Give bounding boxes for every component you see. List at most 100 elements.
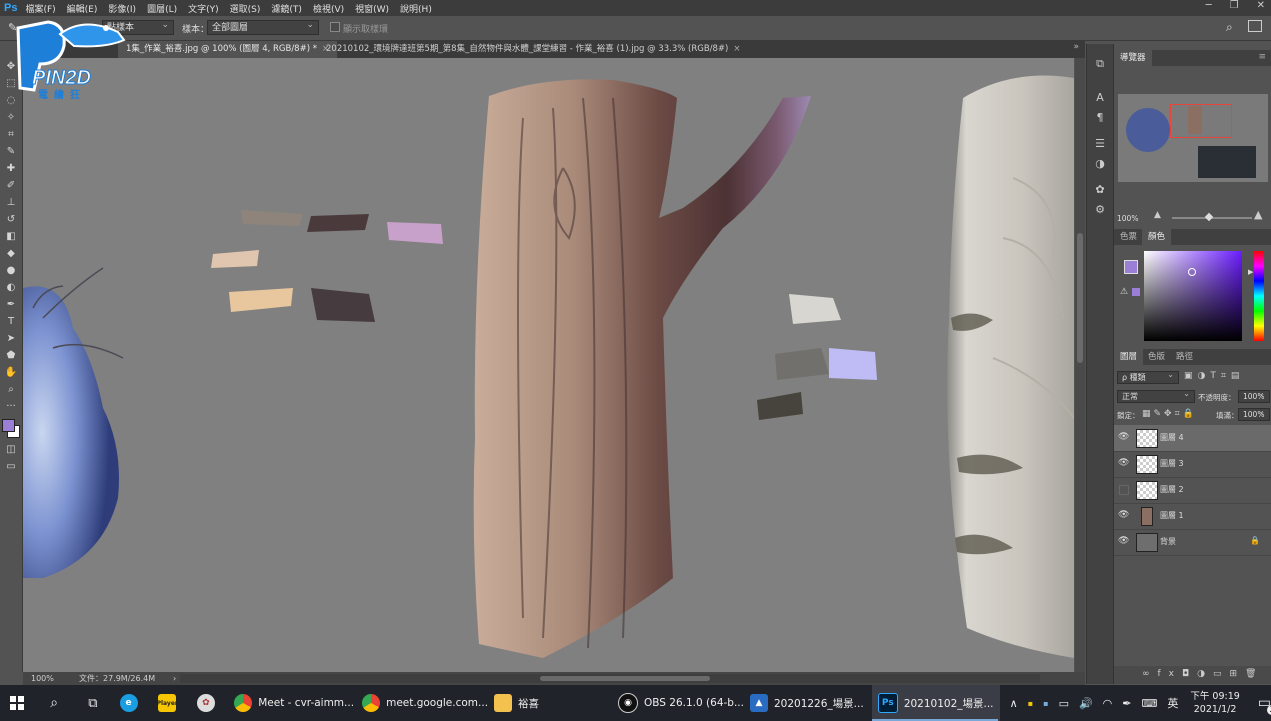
task-view-icon[interactable]: ⧉ [74,685,113,721]
layer-visibility-eye-icon[interactable]: 👁 [1118,458,1129,468]
player-app-icon[interactable]: Player [151,685,190,721]
layers-footer-icons[interactable]: ∞fx◘◑▭⊞🗑 [1142,669,1264,679]
gamut-color-chip[interactable] [1132,288,1140,296]
adjustments-icon[interactable]: ◑ [1087,154,1113,174]
taskbar-item-photos[interactable]: ▲ 20201226_場景... [744,685,872,721]
magic-wand-tool-icon[interactable]: ✧ [0,109,22,126]
tab-color[interactable]: 顏色 [1142,229,1172,245]
opacity-input[interactable]: 100% [1238,388,1270,403]
layer-row-background[interactable]: 👁 背景 🔒 [1114,529,1271,556]
eraser-tool-icon[interactable]: ◧ [0,228,22,245]
navigator-slider-handle[interactable] [1204,212,1214,222]
taskbar-item-folder[interactable]: 裕喜 [488,685,612,721]
layer-row-1[interactable]: 👁 圖層 1 [1114,503,1271,530]
navigator-preview[interactable] [1118,94,1268,182]
character-icon[interactable]: A [1087,88,1113,108]
fill-input[interactable]: 100% [1238,406,1270,421]
blur-tool-icon[interactable]: ● [0,262,22,279]
tab-close-icon[interactable]: × [733,44,740,54]
search-taskbar-icon[interactable]: ⌕ [35,685,74,721]
history-brush-icon[interactable]: ↺ [0,211,22,228]
paint-app-icon[interactable]: ✿ [190,685,229,721]
restore-button[interactable]: ❐ [1230,0,1239,11]
layer-filter-select[interactable]: ρ 種類 [1117,369,1179,384]
tray-app-icon[interactable]: ▪ [1028,699,1033,708]
tab-document-1[interactable]: 1集_作業_裕喜.jpg @ 100% (圖層 4, RGB/8#) * × [118,41,338,58]
taskbar-item-meet-2[interactable]: meet.google.com... [356,685,488,721]
foreground-color-chip[interactable] [1124,260,1138,274]
layer-visibility-eye-icon[interactable]: 👁 [1118,432,1129,442]
battery-icon[interactable]: ▭ [1059,697,1069,710]
more-tools-icon[interactable]: ··· [0,398,22,415]
layer-visibility-empty-box[interactable] [1119,485,1129,495]
brush-tool-icon[interactable]: ✐ [0,177,22,194]
paragraph-icon[interactable]: ¶ [1087,108,1113,128]
pen-tool-icon[interactable]: ✒ [0,296,22,313]
minimize-button[interactable]: ─ [1206,0,1212,11]
menu-filter[interactable]: 濾鏡(T) [271,2,302,15]
type-tool-icon[interactable]: T [0,313,22,330]
sample-select[interactable]: 全部圖層 [207,18,319,35]
volume-icon[interactable]: 🔊 [1079,697,1093,710]
tab-swatches[interactable]: 色票 [1114,229,1143,245]
color-picker-cursor[interactable] [1188,268,1196,276]
tab-overflow-icon[interactable]: » [1073,42,1079,52]
history-icon[interactable]: ⧉ [1087,54,1113,74]
close-button[interactable]: ✕ [1257,0,1265,11]
color-picker-field[interactable] [1144,251,1242,341]
layer-visibility-eye-icon[interactable]: 👁 [1118,536,1129,546]
search-icon[interactable]: ⌕ [1226,20,1233,35]
vertical-scroll-thumb[interactable] [1077,233,1083,363]
tab-document-2[interactable]: 20210102_環境牌達班第5期_第8集_自然物件與水體_課堂練習 - 作業_… [318,41,748,58]
taskbar-item-obs[interactable]: ◉ OBS 26.1.0 (64-b... [612,685,744,721]
edge-icon[interactable]: e [112,685,151,721]
layer-row-2[interactable]: 圖層 2 [1114,477,1271,504]
workspace-icon[interactable] [1248,20,1262,32]
zoom-out-icon[interactable]: ▲ [1154,210,1161,220]
stamp-tool-icon[interactable]: ⊥ [0,194,22,211]
zoom-in-icon[interactable]: ▲ [1254,208,1262,221]
tab-navigator[interactable]: 導覽器 [1114,50,1152,66]
menu-window[interactable]: 視窗(W) [355,2,389,15]
menu-view[interactable]: 檢視(V) [313,2,344,15]
paint-bucket-icon[interactable]: ◆ [0,245,22,262]
document-canvas[interactable] [23,58,1074,672]
pen-icon[interactable]: ✒ [1122,697,1131,710]
panel-menu-icon[interactable]: ≡ [1258,52,1266,62]
brush-settings-icon[interactable]: ✿ [1087,180,1113,200]
wifi-icon[interactable]: ◠ [1103,697,1113,710]
screen-mode-icon[interactable]: ▭ [0,458,22,475]
horizontal-scrollbar[interactable] [180,674,1040,683]
tab-layers[interactable]: 圖層 [1114,349,1144,365]
eyedropper-icon[interactable]: ✎ [0,143,22,160]
layer-row-4[interactable]: 👁 圖層 4 [1114,425,1271,452]
healing-brush-icon[interactable]: ✚ [0,160,22,177]
hand-tool-icon[interactable]: ✋ [0,364,22,381]
vertical-scrollbar[interactable] [1075,58,1085,672]
hue-slider[interactable] [1254,251,1264,341]
start-button[interactable] [0,685,35,721]
quick-mask-icon[interactable]: ◫ [0,441,22,458]
tab-channels[interactable]: 色版 [1142,349,1171,365]
horizontal-scroll-thumb[interactable] [540,676,710,681]
path-selection-icon[interactable]: ➤ [0,330,22,347]
menu-layer[interactable]: 圖層(L) [147,2,177,15]
color-swatches[interactable] [0,415,22,441]
foreground-color-swatch[interactable] [2,419,15,432]
blend-mode-select[interactable]: 正常 [1117,388,1195,403]
navigator-zoom-slider[interactable] [1172,212,1252,222]
clock[interactable]: 下午 09:19 2021/1/2 [1190,685,1239,721]
tab-paths[interactable]: 路徑 [1170,349,1199,365]
hue-slider-handle-icon[interactable]: ▶ [1248,268,1253,276]
status-menu-arrow[interactable]: › [173,672,176,685]
show-ring-checkbox[interactable] [330,22,340,32]
menu-type[interactable]: 文字(Y) [188,2,219,15]
shape-tool-icon[interactable]: ⬟ [0,347,22,364]
layer-filter-icons[interactable]: ▣◑T⌗▤ [1184,371,1244,381]
zoom-tool-icon[interactable]: ⌕ [0,381,22,398]
notification-center-icon[interactable]: ▭2 [1258,685,1271,721]
dodge-tool-icon[interactable]: ◐ [0,279,22,296]
crop-tool-icon[interactable]: ⌗ [0,126,22,143]
menu-help[interactable]: 說明(H) [400,2,432,15]
keyboard-icon[interactable]: ⌨ [1142,697,1158,710]
